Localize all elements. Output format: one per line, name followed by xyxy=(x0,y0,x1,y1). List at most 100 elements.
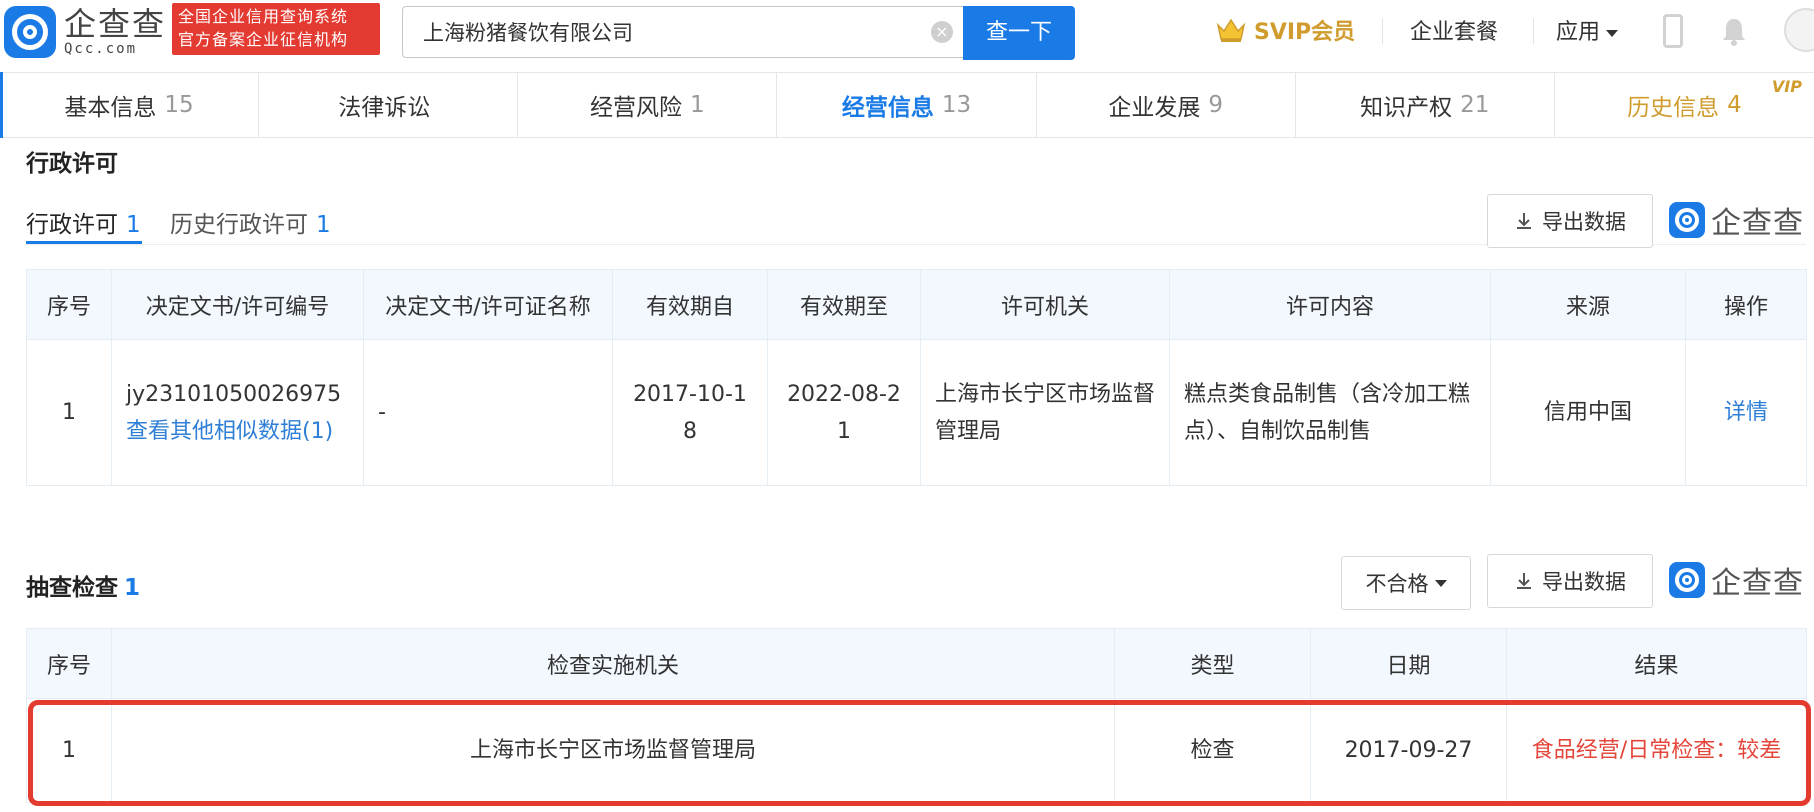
license-content: 糕点类食品制售（含冷加工糕点）、自制饮品制售 xyxy=(1169,339,1491,486)
subtab-label: 行政许可 xyxy=(26,212,118,238)
subtab-count: 1 xyxy=(126,212,141,238)
logo-cn-text: 企查查 xyxy=(64,5,167,43)
inspection-result: 食品经营/日常检查：较差 xyxy=(1506,698,1807,803)
tab-count: 21 xyxy=(1460,92,1490,118)
inspection-date: 2017-09-27 xyxy=(1310,698,1507,803)
header-divider xyxy=(1533,18,1534,44)
column-header: 检查实施机关 xyxy=(111,628,1115,699)
bell-icon[interactable] xyxy=(1720,16,1748,46)
qcc-logo-icon xyxy=(1669,202,1705,238)
inspection-table: 序号 检查实施机关 类型 日期 结果 1 上海市长宁区市场监督管理局 检查 20… xyxy=(26,628,1807,803)
cert-line-2: 官方备案企业征信机构 xyxy=(178,30,349,49)
tab-history[interactable]: 历史信息 4 VIP xyxy=(1555,73,1814,137)
tab-legal[interactable]: 法律诉讼 xyxy=(259,73,519,137)
apps-menu-label: 应用 xyxy=(1556,20,1601,45)
tab-label: 经营风险 xyxy=(590,95,683,121)
certification-badge: 全国企业信用查询系统 官方备案企业征信机构 xyxy=(172,3,380,55)
search-button[interactable]: 查一下 xyxy=(963,6,1075,60)
column-header: 许可内容 xyxy=(1169,269,1491,340)
tab-count: 9 xyxy=(1208,92,1223,118)
tab-label: 企业发展 xyxy=(1108,95,1201,121)
download-icon xyxy=(1517,213,1531,229)
header-divider xyxy=(1382,18,1383,44)
brand-text: 企查查 xyxy=(1711,566,1804,601)
tab-label: 法律诉讼 xyxy=(338,95,431,121)
user-avatar[interactable] xyxy=(1784,8,1814,52)
valid-from: 2017-10-18 xyxy=(612,339,768,486)
license-number: jy23101050026975 xyxy=(126,381,342,407)
license-section-title: 行政许可 xyxy=(26,151,118,177)
details-link[interactable]: 详情 xyxy=(1685,339,1807,486)
search-input[interactable] xyxy=(423,7,923,57)
clear-icon[interactable]: × xyxy=(931,21,953,43)
license-name: - xyxy=(363,339,613,486)
company-tabs: 基本信息 15 法律诉讼 经营风险 1 经营信息 13 企业发展 9 知识产权 21 历史… xyxy=(0,72,1814,138)
tab-count: 1 xyxy=(690,92,705,118)
chevron-down-icon xyxy=(1434,579,1447,587)
enterprise-package-link[interactable]: 企业套餐 xyxy=(1410,14,1498,46)
column-header: 操作 xyxy=(1685,269,1807,340)
crown-icon xyxy=(1216,18,1246,42)
qcc-logo[interactable]: 企查查 Qcc.com xyxy=(4,4,166,60)
qcc-logo-icon xyxy=(1669,562,1705,598)
mobile-icon[interactable] xyxy=(1663,14,1683,48)
tab-ip[interactable]: 知识产权 21 xyxy=(1296,73,1555,137)
column-header: 决定文书/许可证名称 xyxy=(363,269,613,340)
export-label: 导出数据 xyxy=(1542,210,1626,234)
table-header-row: 序号 检查实施机关 类型 日期 结果 xyxy=(26,628,1807,699)
column-header: 序号 xyxy=(26,628,112,699)
similar-data-link[interactable]: 查看其他相似数据(1) xyxy=(126,413,349,450)
subtab-license-history[interactable]: 历史行政许可 1 xyxy=(170,205,331,239)
tab-count: 4 xyxy=(1727,92,1742,118)
inspection-agency: 上海市长宁区市场监督管理局 xyxy=(111,698,1115,803)
license-export-button[interactable]: 导出数据 xyxy=(1487,194,1653,248)
export-label: 导出数据 xyxy=(1542,570,1626,594)
svip-link[interactable]: SVIP会员 xyxy=(1254,14,1355,46)
vip-tag: VIP xyxy=(1771,77,1802,96)
valid-to: 2022-08-21 xyxy=(767,339,921,486)
tab-operating-info[interactable]: 经营信息 13 xyxy=(777,73,1037,137)
column-header: 有效期自 xyxy=(612,269,768,340)
inspection-export-button[interactable]: 导出数据 xyxy=(1487,554,1653,608)
tab-development[interactable]: 企业发展 9 xyxy=(1037,73,1296,137)
top-header: 企查查 Qcc.com 全国企业信用查询系统 官方备案企业征信机构 × 查一下 … xyxy=(0,0,1814,70)
inspection-type: 检查 xyxy=(1114,698,1311,803)
chevron-down-icon xyxy=(1606,29,1619,37)
subtab-label: 历史行政许可 xyxy=(170,212,308,238)
cert-line-1: 全国企业信用查询系统 xyxy=(178,7,349,26)
license-source: 信用中国 xyxy=(1490,339,1686,486)
qcc-logo-icon xyxy=(4,6,56,58)
qcc-watermark: 企查查 xyxy=(1669,558,1804,602)
subtab-count: 1 xyxy=(316,212,331,238)
result-filter-dropdown[interactable]: 不合格 xyxy=(1341,556,1471,610)
tabs-left-accent xyxy=(0,72,3,138)
column-header: 类型 xyxy=(1114,628,1311,699)
column-header: 结果 xyxy=(1506,628,1807,699)
license-authority: 上海市长宁区市场监督管理局 xyxy=(920,339,1170,486)
tab-label: 经营信息 xyxy=(841,95,934,121)
tab-label: 基本信息 xyxy=(64,95,157,121)
brand-text: 企查查 xyxy=(1711,206,1804,241)
column-header: 决定文书/许可编号 xyxy=(111,269,364,340)
column-header: 日期 xyxy=(1310,628,1507,699)
search-box: × xyxy=(402,6,964,58)
inspection-title-text: 抽查检查 xyxy=(26,575,118,601)
table-header-row: 序号 决定文书/许可编号 决定文书/许可证名称 有效期自 有效期至 许可机关 许… xyxy=(26,269,1807,340)
subtab-license[interactable]: 行政许可 1 xyxy=(26,205,141,239)
tab-operating-risk[interactable]: 经营风险 1 xyxy=(518,73,778,137)
inspection-count: 1 xyxy=(124,575,141,601)
logo-en-text: Qcc.com xyxy=(64,41,138,57)
table-row: 1 上海市长宁区市场监督管理局 检查 2017-09-27 食品经营/日常检查：… xyxy=(26,698,1807,803)
tab-basic-info[interactable]: 基本信息 15 xyxy=(0,73,260,137)
license-number-cell: jy23101050026975 查看其他相似数据(1) xyxy=(111,339,364,486)
tab-count: 13 xyxy=(941,92,972,118)
qcc-watermark: 企查查 xyxy=(1669,198,1804,242)
inspection-section-title: 抽查检查 1 xyxy=(26,568,140,602)
column-header: 许可机关 xyxy=(920,269,1170,340)
filter-label: 不合格 xyxy=(1365,572,1429,596)
apps-menu[interactable]: 应用 xyxy=(1556,14,1619,46)
table-row: 1 jy23101050026975 查看其他相似数据(1) - 2017-10… xyxy=(26,339,1807,486)
tab-label: 知识产权 xyxy=(1360,95,1453,121)
tab-count: 15 xyxy=(164,92,194,118)
column-header: 来源 xyxy=(1490,269,1686,340)
